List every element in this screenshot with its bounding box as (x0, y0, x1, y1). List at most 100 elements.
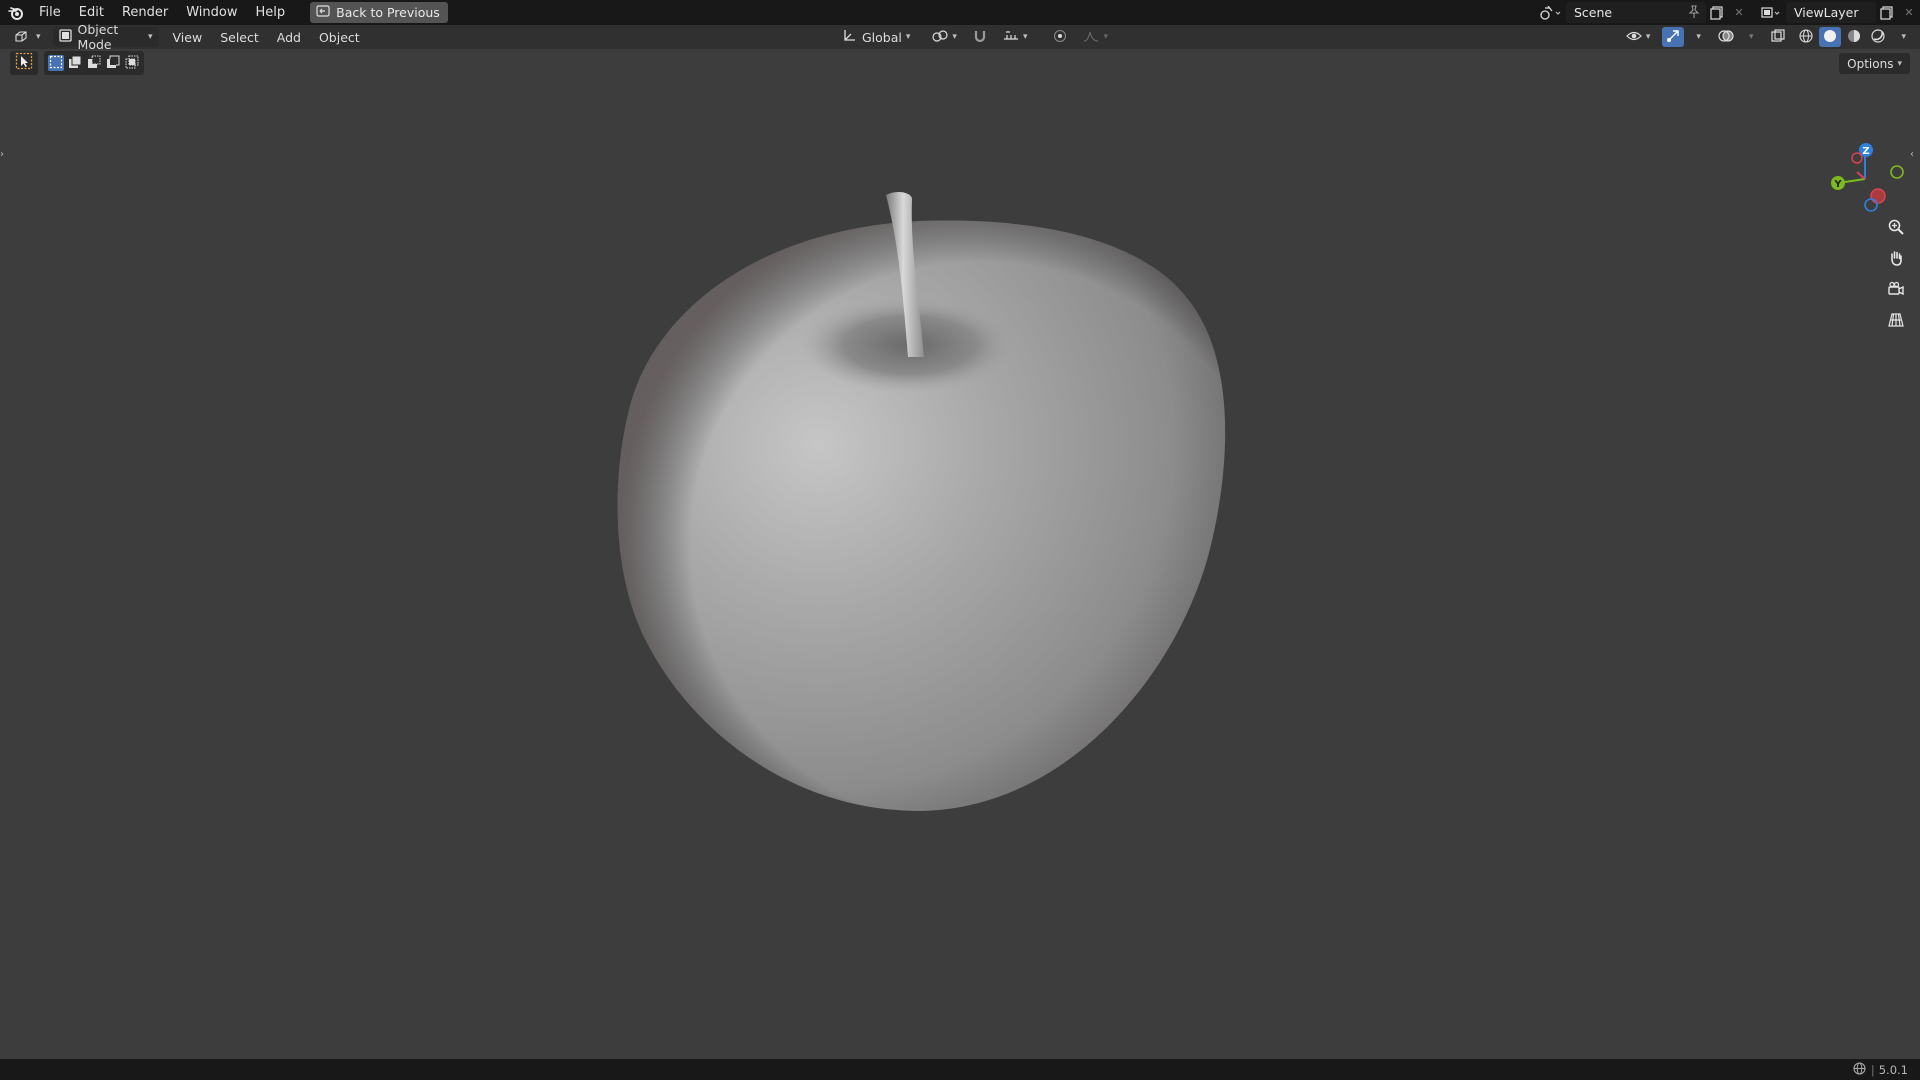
chevron-down-icon: ▾ (905, 32, 911, 42)
shading-rendered-button[interactable] (1867, 27, 1889, 47)
selection-mode-extend[interactable] (67, 55, 83, 71)
gizmo-neg-y-axis[interactable] (1890, 165, 1904, 179)
pan-view-button[interactable] (1882, 247, 1910, 273)
selection-mode-difference[interactable] (105, 55, 121, 71)
transform-orientation-dropdown[interactable]: Global ▾ (836, 27, 916, 47)
status-bar: | 5.0.1 (0, 1059, 1920, 1080)
gizmo-dropdown[interactable]: ▾ (1686, 27, 1707, 47)
menu-select[interactable]: Select (214, 27, 265, 47)
delete-scene-icon[interactable]: ✕ (1728, 2, 1750, 23)
menu-window[interactable]: Window (177, 0, 246, 25)
options-dropdown[interactable]: Options ▾ (1839, 53, 1910, 74)
show-overlays-toggle[interactable] (1715, 27, 1737, 47)
overlays-icon (1718, 29, 1734, 46)
falloff-icon (1083, 29, 1099, 46)
topbar-right: Scene ✕ ViewLayer ✕ (1536, 0, 1920, 25)
chevron-down-icon: ▾ (1901, 32, 1906, 42)
overlays-dropdown[interactable]: ▾ (1739, 27, 1760, 47)
camera-view-button[interactable] (1882, 278, 1910, 304)
chevron-down-icon: ▾ (36, 32, 41, 42)
menu-add[interactable]: Add (271, 27, 307, 47)
scene-name: Scene (1574, 5, 1613, 20)
mode-label: Object Mode (77, 22, 119, 52)
options-label: Options (1847, 56, 1894, 71)
show-gizmo-toggle[interactable] (1662, 27, 1685, 47)
menu-help[interactable]: Help (247, 0, 295, 25)
shading-material-button[interactable] (1843, 27, 1865, 47)
navigation-tools (1882, 216, 1910, 335)
chevron-down-icon: ▾ (1696, 32, 1701, 42)
navigation-gizmo[interactable]: Z Y (1820, 139, 1910, 219)
chevron-down-icon: ▾ (952, 32, 957, 42)
selection-mode-intersect[interactable] (124, 55, 140, 71)
select-subtract-icon (87, 54, 101, 73)
snap-toggle[interactable] (967, 27, 993, 47)
delete-view-layer-icon[interactable]: ✕ (1898, 2, 1920, 23)
proportional-editing-toggle[interactable] (1047, 27, 1073, 47)
shading-wireframe-button[interactable] (1795, 27, 1817, 47)
viewport-header: ▾ Object Mode ▾ View Select Add Object G… (0, 22, 1920, 52)
top-bar: File Edit Render Window Help Back to Pre… (0, 0, 1920, 25)
view-layer-icon[interactable] (1756, 2, 1786, 23)
back-to-previous-label: Back to Previous (336, 5, 440, 20)
gizmo-neg-x-axis[interactable] (1851, 152, 1863, 164)
header-center-tools: Global ▾ ▾ ▾ ▾ (836, 27, 1114, 47)
chevron-down-icon: ▾ (1645, 32, 1651, 42)
back-to-previous-button[interactable]: Back to Previous (310, 2, 448, 23)
orientation-label: Global (862, 29, 902, 45)
gizmo-x-axis[interactable] (1870, 188, 1886, 204)
network-globe-icon (1853, 1062, 1867, 1078)
shading-solid-button[interactable] (1819, 27, 1842, 47)
object-visibility-dropdown[interactable]: ▾ (1620, 27, 1657, 47)
zoom-view-button[interactable] (1882, 216, 1910, 242)
mode-dropdown[interactable]: Object Mode ▾ (52, 22, 159, 52)
select-difference-icon (106, 54, 120, 73)
scene-name-field[interactable]: Scene (1566, 2, 1706, 23)
gizmo-icon (1666, 29, 1680, 46)
snap-target-dropdown[interactable]: ▾ (997, 27, 1034, 47)
zoom-icon (1888, 219, 1904, 239)
3d-viewport[interactable]: › ‹ Z Y (0, 49, 1920, 1059)
sidebar-expand-arrow-icon[interactable]: ‹ (1910, 149, 1920, 165)
grid-perspective-icon (1888, 312, 1904, 332)
xray-icon (1771, 28, 1786, 46)
selection-mode-subtract[interactable] (86, 55, 102, 71)
falloff-dropdown[interactable]: ▾ (1077, 27, 1114, 47)
select-new-icon (49, 54, 63, 73)
viewport-canvas (617, 192, 1226, 811)
snap-increment-icon (1003, 29, 1019, 46)
shading-dropdown[interactable]: ▾ (1891, 27, 1912, 47)
selection-mode-group (44, 51, 144, 75)
view-layer-field[interactable]: ViewLayer (1786, 2, 1876, 23)
toolbar-expand-arrow-icon[interactable]: › (0, 149, 10, 165)
apple-mesh[interactable] (617, 192, 1226, 811)
pivot-point-dropdown[interactable]: ▾ (926, 27, 963, 47)
menu-object[interactable]: Object (313, 27, 366, 47)
blender-logo-icon[interactable] (2, 0, 30, 25)
eye-select-icon (1626, 29, 1642, 46)
pin-icon[interactable] (1688, 5, 1700, 22)
new-scene-icon[interactable] (1706, 2, 1728, 23)
chevron-down-icon: ▾ (1022, 32, 1028, 42)
selection-mode-new[interactable] (48, 55, 64, 71)
object-mode-icon (58, 29, 72, 45)
hand-icon (1888, 250, 1904, 270)
header-right-tools: ▾ ▾ ▾ ▾ (1620, 27, 1912, 47)
xray-toggle[interactable] (1767, 27, 1789, 47)
material-sphere-icon (1847, 29, 1861, 46)
menu-view[interactable]: View (167, 27, 209, 47)
scene-selector-icon[interactable] (1536, 2, 1566, 23)
chevron-down-icon: ▾ (1897, 58, 1902, 69)
status-divider: | (1870, 1063, 1875, 1077)
new-view-layer-icon[interactable] (1876, 2, 1898, 23)
toggle-perspective-button[interactable] (1882, 309, 1910, 335)
proportional-editing-icon (1053, 29, 1067, 46)
back-icon (316, 5, 330, 20)
select-intersect-icon (125, 54, 139, 73)
active-tool-button[interactable] (10, 51, 38, 75)
select-extend-icon (68, 54, 82, 73)
menu-file[interactable]: File (30, 0, 70, 25)
tool-settings-row (10, 51, 144, 75)
gizmo-neg-z-axis[interactable] (1864, 198, 1878, 212)
editor-type-dropdown[interactable]: ▾ (8, 27, 47, 47)
